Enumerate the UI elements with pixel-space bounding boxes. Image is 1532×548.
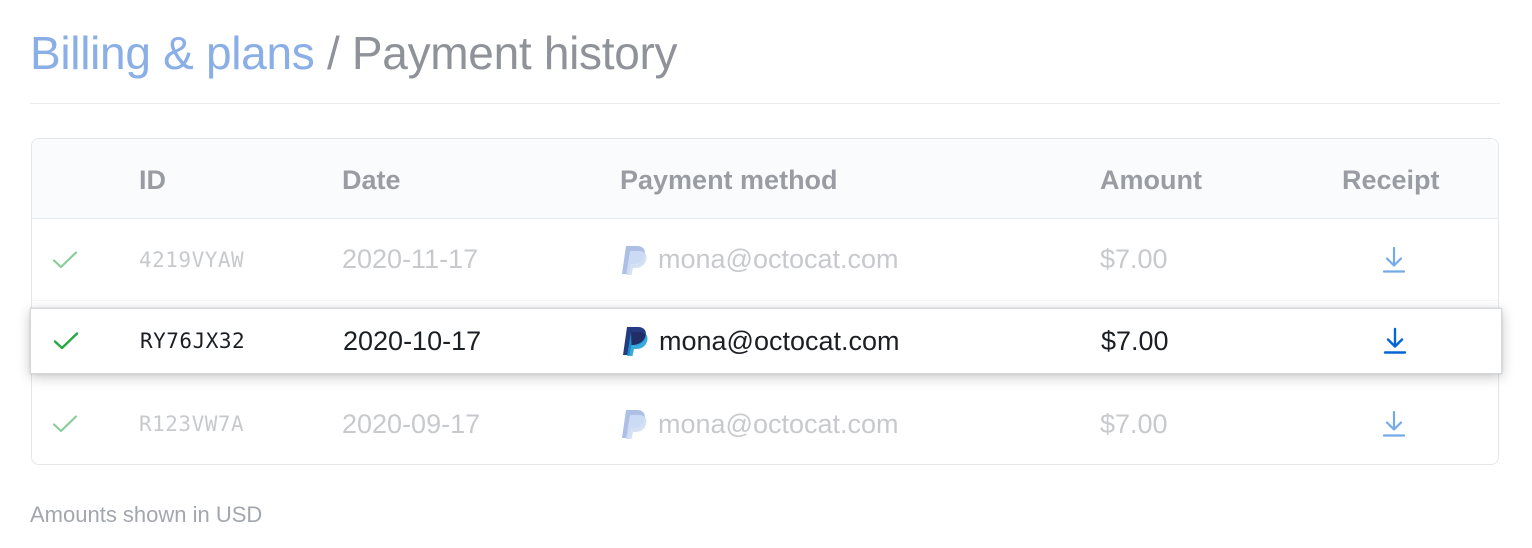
column-header-id: ID: [139, 165, 166, 195]
download-icon[interactable]: [1382, 219, 1406, 300]
check-icon: [53, 309, 79, 373]
paypal-icon: [620, 408, 648, 440]
check-icon: [52, 219, 78, 300]
breadcrumb-current: Payment history: [351, 27, 678, 79]
payment-date: 2020-09-17: [342, 408, 481, 439]
currency-footnote: Amounts shown in USD: [30, 502, 263, 527]
table-row: 4219VYAW 2020-11-17 mona@octocat.com $7.…: [32, 219, 1498, 301]
page-header: Billing & plans / Payment history: [30, 22, 1500, 104]
table-row: R123VW7A 2020-09-17 mona@octocat.com $7.…: [32, 383, 1498, 465]
download-icon[interactable]: [1383, 309, 1407, 373]
payment-amount: $7.00: [1101, 325, 1169, 356]
payment-amount: $7.00: [1100, 408, 1168, 439]
column-header-date: Date: [342, 165, 401, 195]
breadcrumb-separator: /: [326, 27, 340, 79]
table-header: ID Date Payment method Amount Receipt: [32, 139, 1498, 219]
payment-email: mona@octocat.com: [659, 325, 900, 356]
payment-email: mona@octocat.com: [658, 244, 899, 274]
column-header-amount: Amount: [1100, 165, 1202, 195]
paypal-icon: [621, 325, 649, 357]
payment-email: mona@octocat.com: [658, 408, 899, 439]
payment-id: R123VW7A: [139, 412, 245, 436]
breadcrumb-billing-link[interactable]: Billing & plans: [30, 27, 315, 79]
payment-history-table: ID Date Payment method Amount Receipt 42…: [30, 138, 1502, 465]
page-title: Billing & plans / Payment history: [30, 22, 1500, 84]
payment-id: RY76JX32: [140, 329, 246, 353]
payment-amount: $7.00: [1100, 244, 1168, 274]
column-header-receipt: Receipt: [1342, 165, 1440, 195]
payment-date: 2020-11-17: [342, 244, 479, 274]
payment-method: mona@octocat.com: [620, 383, 899, 465]
check-icon: [52, 383, 78, 465]
paypal-icon: [620, 244, 648, 276]
payment-method: mona@octocat.com: [620, 219, 899, 300]
column-header-payment-method: Payment method: [620, 165, 838, 195]
payment-method: mona@octocat.com: [621, 309, 900, 373]
table-row-highlighted[interactable]: RY76JX32 2020-10-17 mona@octocat.com $7.…: [30, 308, 1502, 374]
payment-id: 4219VYAW: [139, 247, 245, 272]
download-icon[interactable]: [1382, 383, 1406, 465]
payment-date: 2020-10-17: [343, 325, 482, 356]
